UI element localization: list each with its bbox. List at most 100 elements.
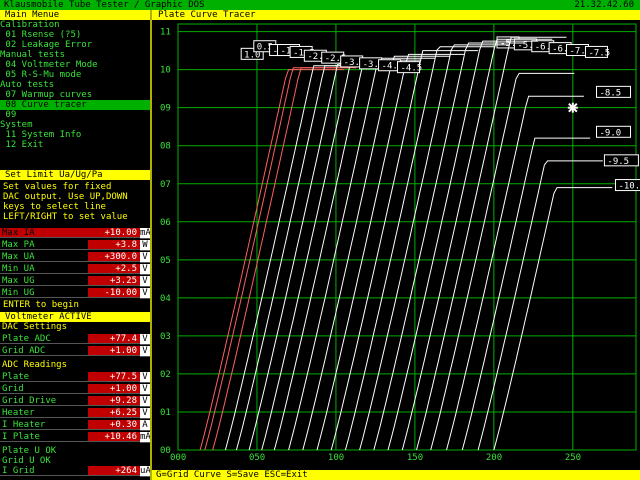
igrid-label: I Grid — [0, 466, 88, 476]
row-label: Grid Drive — [0, 396, 88, 406]
x-tick-label: 250 — [565, 453, 581, 463]
plot-frame — [177, 23, 637, 451]
plate-curve — [430, 72, 575, 451]
curve-label: -4.5 — [401, 64, 423, 74]
set-limit-help-2: DAC output. Use UP,DOWN — [3, 192, 128, 202]
row-value[interactable]: +2.5 — [88, 264, 140, 274]
menu-item[interactable]: 09 — [0, 110, 150, 120]
row-label: Grid ADC — [0, 346, 88, 356]
row-label: Plate — [0, 372, 88, 382]
row-value[interactable]: +1.00 — [88, 384, 140, 394]
row-unit: V — [140, 384, 150, 395]
set-limit-help-3: keys to select line — [3, 202, 106, 212]
row-value[interactable]: +0.30 — [88, 420, 140, 430]
menu-item[interactable]: Auto tests — [0, 80, 150, 90]
row-label: Max UA — [0, 252, 88, 262]
plate-curve — [330, 50, 479, 451]
y-tick-label: 11 — [160, 28, 171, 38]
menu-item[interactable]: System — [0, 120, 150, 130]
title-bar: Klausmobile Tube Tester / Graphic DOS 21… — [0, 0, 640, 10]
row-unit: V — [140, 276, 150, 287]
row-unit: V — [140, 252, 150, 263]
plate-curve — [461, 137, 591, 451]
row-value[interactable]: +10.46 — [88, 432, 140, 442]
adc-readings-title: ADC Readings — [2, 360, 68, 370]
y-tick-label: 05 — [160, 256, 171, 266]
x-tick-label: 050 — [249, 453, 265, 463]
dac-settings-title: DAC Settings — [2, 322, 68, 332]
plate-curve — [204, 67, 349, 451]
x-tick-label: 200 — [486, 453, 502, 463]
row-value[interactable]: +3.8 — [88, 240, 140, 250]
menu-item[interactable]: 04 Voltmeter Mode — [0, 60, 150, 70]
y-tick-label: 10 — [160, 66, 171, 76]
main-menu-header: Main Menue — [0, 10, 150, 20]
y-tick-label: 02 — [160, 370, 171, 380]
plate-curve — [212, 67, 357, 451]
menu-item[interactable]: 05 R-S-Mu mode — [0, 70, 150, 80]
plate-curve — [493, 187, 613, 451]
row-unit: A — [140, 420, 150, 431]
menu-item[interactable]: 12 Exit — [0, 140, 150, 150]
menu-item[interactable]: 08 Curve tracer — [0, 100, 150, 110]
set-limit-header: Set Limit Ua/Ug/Pa — [0, 170, 150, 180]
x-tick-label: 100 — [328, 453, 344, 463]
plate-curve — [273, 59, 422, 451]
curve-label: -8.5 — [600, 88, 622, 98]
row-value[interactable]: +9.28 — [88, 396, 140, 406]
curve-label: -7.5 — [588, 48, 610, 58]
row-label: Min UA — [0, 264, 88, 274]
y-tick-label: 04 — [160, 294, 171, 304]
app-title: Klausmobile Tube Tester / Graphic DOS — [4, 0, 205, 10]
menu-item[interactable]: Calibration — [0, 20, 150, 30]
left-panel: Main Menue Calibration 01 Rsense (?5) 02… — [0, 10, 151, 480]
plate-curve — [416, 36, 567, 451]
key-hint-footer: G=Grid Curve S=Save ESC=Exit — [152, 470, 640, 480]
curve-label: -10.0 — [618, 182, 640, 192]
row-label: I Heater — [0, 420, 88, 430]
row-value[interactable]: +77.4 — [88, 334, 140, 344]
menu-item[interactable]: Manual tests — [0, 50, 150, 60]
plate-status: Plate U OK — [2, 446, 57, 456]
igrid-unit: uA — [140, 466, 151, 477]
row-value[interactable]: +3.25 — [88, 276, 140, 286]
row-unit: V — [140, 408, 150, 419]
y-tick-label: 01 — [160, 408, 171, 418]
x-tick-label: 000 — [170, 453, 186, 463]
row-unit: W — [140, 240, 150, 251]
plot-header: Plate Curve Tracer — [152, 10, 640, 20]
row-label: Plate ADC — [0, 334, 88, 344]
plate-curve-plot[interactable]: 00 01 02 03 04 05 06 07 08 09 10 11 000 050 100 150 200 2… — [152, 20, 640, 470]
plate-curve — [446, 95, 584, 451]
menu-item[interactable]: 11 System Info — [0, 130, 150, 140]
menu-item[interactable]: 02 Leakage Error — [0, 40, 150, 50]
row-label: Heater — [0, 408, 88, 418]
set-limit-help-4: LEFT/RIGHT to set value — [3, 212, 128, 222]
row-unit: V — [140, 334, 150, 345]
row-label: Max IA — [0, 228, 88, 238]
row-unit: V — [140, 264, 150, 275]
enter-hint: ENTER to begin — [3, 300, 79, 310]
set-limit-help-1: Set values for fixed — [3, 182, 112, 192]
plate-curve — [302, 55, 450, 451]
x-tick-label: 150 — [407, 453, 423, 463]
menu-item[interactable]: 01 Rsense (?5) — [0, 30, 150, 40]
row-value[interactable]: +77.5 — [88, 372, 140, 382]
voltmeter-header: Voltmeter ACTIVE — [0, 312, 150, 322]
row-value[interactable]: +1.00 — [88, 346, 140, 356]
row-label: I Plate — [0, 432, 88, 442]
row-value[interactable]: +300.0 — [88, 252, 140, 262]
y-tick-label: 08 — [160, 142, 171, 152]
row-unit: V — [140, 372, 150, 383]
grid-status: Grid U OK — [2, 456, 51, 466]
row-value[interactable]: -10.00 — [88, 288, 140, 298]
row-value[interactable]: +10.00 — [88, 228, 140, 238]
row-value[interactable]: +6.25 — [88, 408, 140, 418]
row-label: Max PA — [0, 240, 88, 250]
menu-item[interactable]: 07 Warmup curves — [0, 90, 150, 100]
y-tick-label: 06 — [160, 218, 171, 228]
curve-label: -9.5 — [607, 157, 629, 167]
plate-curve — [387, 40, 539, 451]
row-unit: V — [140, 346, 150, 357]
row-unit: mA — [140, 432, 151, 443]
